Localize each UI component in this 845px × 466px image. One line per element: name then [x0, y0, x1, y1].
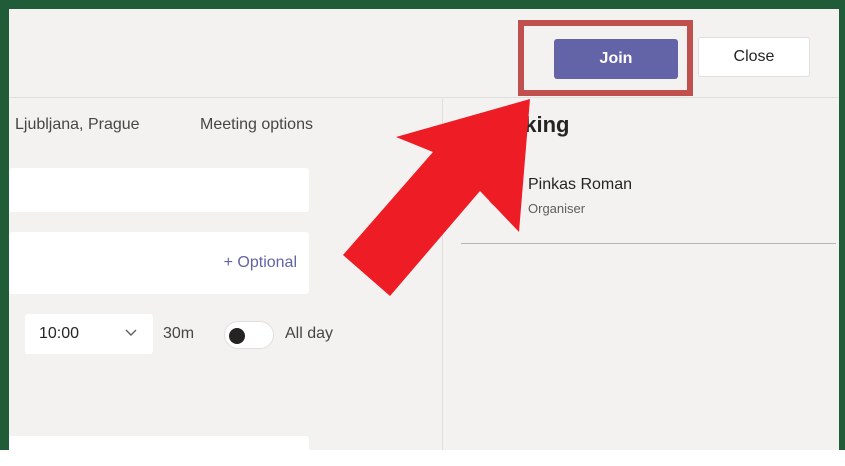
- join-button[interactable]: Join: [554, 39, 678, 79]
- meeting-details-pane: Ljubljana, Prague Meeting options + Opti…: [9, 98, 442, 466]
- participant-name: Pinkas Roman: [528, 176, 633, 193]
- attendees-field[interactable]: + Optional: [9, 232, 309, 294]
- avatar: [487, 178, 517, 208]
- close-button[interactable]: Close: [698, 37, 810, 77]
- title-field[interactable]: [9, 168, 309, 212]
- duration-text: 30m: [163, 325, 195, 342]
- participant-divider: [461, 243, 836, 244]
- tracking-pane: Tracking Pinkas Roman Organiser: [443, 98, 839, 450]
- meeting-header: Join Close: [9, 17, 839, 98]
- all-day-label: All day: [285, 325, 334, 342]
- add-optional-link[interactable]: + Optional: [224, 254, 297, 272]
- location-field[interactable]: [9, 436, 309, 466]
- timezone-text: Ljubljana, Prague: [15, 116, 140, 133]
- meeting-options-link[interactable]: Meeting options: [200, 116, 313, 134]
- toggle-knob: [229, 328, 245, 344]
- participant-role: Organiser: [528, 201, 586, 216]
- start-time-value: 10:00: [39, 325, 80, 342]
- tracking-title: Tracking: [479, 112, 570, 137]
- all-day-toggle[interactable]: [224, 321, 274, 349]
- chevron-down-icon: [125, 329, 137, 336]
- start-time-dropdown[interactable]: 10:00: [25, 314, 153, 354]
